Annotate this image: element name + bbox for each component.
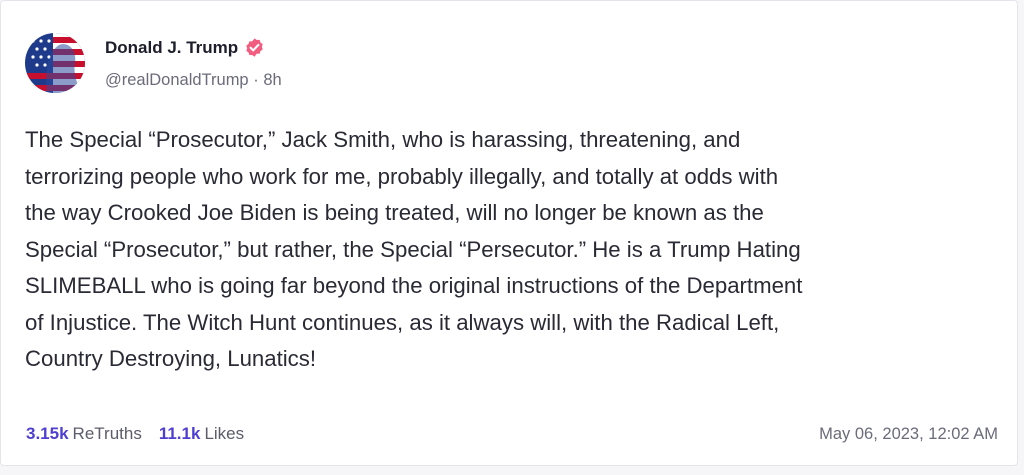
author-display-name[interactable]: Donald J. Trump xyxy=(105,38,238,58)
author-handle[interactable]: @realDonaldTrump xyxy=(105,71,249,89)
avatar[interactable] xyxy=(25,33,85,93)
avatar-image xyxy=(25,33,85,93)
post-age[interactable]: 8h xyxy=(263,71,281,89)
meta-separator: · xyxy=(253,71,259,89)
retruths-count: 3.15k xyxy=(26,424,69,443)
post-body-text: The Special “Prosecutor,” Jack Smith, wh… xyxy=(25,127,803,371)
likes-label: Likes xyxy=(204,424,245,443)
likes-count: 11.1k xyxy=(158,424,201,443)
likes-stat[interactable]: 11.1k Likes xyxy=(159,424,244,444)
retruths-label: ReTruths xyxy=(72,424,142,443)
post-card: Donald J. Trump @realDonaldTrump · 8h Th… xyxy=(0,0,1018,466)
post-stats: 3.15k ReTruths 11.1k Likes xyxy=(26,424,244,444)
post-timestamp[interactable]: May 06, 2023, 12:02 AM xyxy=(819,425,998,444)
author-meta: @realDonaldTrump · 8h xyxy=(105,71,282,90)
verified-badge-icon xyxy=(246,38,263,57)
retruths-stat[interactable]: 3.15k ReTruths xyxy=(26,424,142,444)
